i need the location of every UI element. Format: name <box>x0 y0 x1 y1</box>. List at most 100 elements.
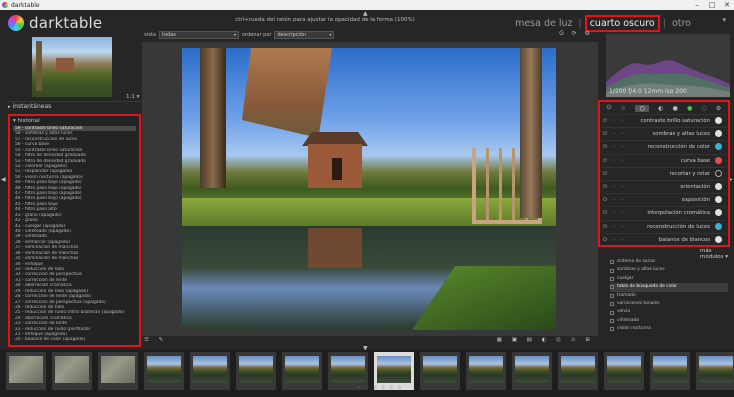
minimize-button[interactable]: – <box>690 0 704 10</box>
filmstrip-thumbnail[interactable] <box>558 352 598 390</box>
chevron-down-icon[interactable]: ▾ <box>722 16 726 24</box>
left-panel-toggle-icon[interactable]: ◀ <box>1 176 6 183</box>
more-module-item[interactable]: sistema de zonas <box>610 258 728 266</box>
filmstrip-thumbnail[interactable] <box>512 352 552 390</box>
filmstrip-thumbnail[interactable] <box>650 352 690 390</box>
module-row[interactable]: ⏻ ◦ ◦ curva base <box>602 153 726 167</box>
checkbox-icon[interactable] <box>610 293 614 298</box>
filmstrip-thumbnail[interactable] <box>282 352 322 390</box>
navigation-thumbnail[interactable] <box>32 37 112 97</box>
checkbox-icon[interactable] <box>610 318 614 323</box>
module-icon <box>715 117 722 124</box>
filmstrip-thumbnail[interactable] <box>52 352 92 390</box>
checkbox-icon[interactable] <box>610 285 614 290</box>
module-row[interactable]: ⏻ ◦ ◦ interpolación cromática <box>602 206 726 219</box>
view-filter-label: vista <box>144 32 156 38</box>
app-name: darktable <box>29 14 103 32</box>
filmstrip-thumbnail[interactable] <box>190 352 230 390</box>
window-title: darktable <box>11 1 40 9</box>
module-power-icon[interactable]: ⏻ ◦ ◦ <box>603 224 626 230</box>
top-panel-toggle-icon[interactable]: ▲ <box>363 10 368 17</box>
effect-icon[interactable]: ◌ <box>702 105 707 112</box>
window-titlebar: darktable – □ ✕ <box>0 0 734 10</box>
checkbox-icon[interactable] <box>610 276 614 281</box>
module-power-icon[interactable]: ⏻ ◦ ◦ <box>603 184 626 190</box>
half-circle-icon[interactable]: ◐ <box>658 105 663 112</box>
exif-info: 1/200 f/4.0 12mm iso 200 <box>609 88 687 95</box>
module-row[interactable]: ⏻ ◦ ◦ sombras y altas luces <box>602 127 726 140</box>
filmstrip-thumbnail[interactable] <box>420 352 460 390</box>
filmstrip-thumbnail[interactable] <box>144 352 184 390</box>
app-logo: darktable <box>8 14 102 32</box>
module-row[interactable]: ⏻ ◦ ◦ exposición <box>602 193 726 206</box>
more-module-item[interactable]: variaciones tonales <box>610 300 728 308</box>
view-other[interactable]: otro <box>669 18 694 29</box>
module-power-icon[interactable]: ⏻ ◦ ◦ <box>603 237 626 243</box>
checkbox-icon[interactable] <box>610 327 614 332</box>
thumbnail-image <box>699 356 733 383</box>
more-module-item[interactable]: visión nocturna <box>610 325 728 333</box>
more-module-item[interactable]: cuelgar <box>610 275 728 283</box>
more-module-item[interactable]: viñeteado <box>610 317 728 325</box>
module-name: exposición <box>681 197 710 204</box>
navigation-zoom[interactable]: 1:1 ▾ <box>126 94 139 100</box>
module-icon <box>715 222 722 230</box>
close-button[interactable]: ✕ <box>720 0 734 10</box>
maximize-button[interactable]: □ <box>705 0 719 10</box>
view-lighttable[interactable]: mesa de luz <box>512 18 575 29</box>
module-row[interactable]: ⏻ ◦ ◦ reconstrucción de luces <box>602 219 726 233</box>
correct-icon[interactable]: ● <box>687 105 692 112</box>
module-row[interactable]: ⏻ ◦ ◦ reconstrucción de color <box>602 140 726 153</box>
history-item[interactable]: 25 - reducción de ruido (filtro bilatera… <box>13 310 136 315</box>
module-power-icon[interactable]: ⏻ ◦ ◦ <box>603 118 626 124</box>
thumbnail-image <box>9 356 43 383</box>
checkbox-icon[interactable] <box>610 260 614 265</box>
module-power-icon[interactable]: ⏻ <box>603 171 609 177</box>
rating-stars[interactable]: ✕ ☆ ☆ ☆ ☆ ☆ <box>357 385 403 391</box>
module-power-icon[interactable]: ⏻ ◦ ◦ <box>603 197 626 203</box>
filmstrip-thumbnail[interactable] <box>6 352 46 390</box>
presets-icon[interactable]: ⚙ <box>716 105 721 112</box>
filmstrip-thumbnail[interactable] <box>466 352 506 390</box>
more-module-item[interactable]: tramado <box>610 292 728 300</box>
history-item[interactable]: 20 - balance de color (apagado) <box>13 337 136 342</box>
overlay-icons[interactable]: ▦ ▣ ▤ ◐ ◎ ⚠ ⊞ <box>497 337 594 343</box>
chevron-down-icon: ▾ <box>233 32 236 37</box>
color-icon[interactable]: ● <box>673 105 678 112</box>
module-power-icon[interactable]: ⏻ ◦ ◦ <box>603 144 626 150</box>
module-icon <box>715 235 722 243</box>
power-icon[interactable]: ⏻ <box>607 104 612 112</box>
checkbox-icon[interactable] <box>610 310 614 315</box>
module-power-icon[interactable]: ⏻ ◦ ◦ <box>603 131 626 137</box>
module-power-icon[interactable]: ⏻ ◦ ◦ <box>603 210 626 216</box>
sort-label: ordenar por <box>241 32 272 38</box>
snapshots-section-header[interactable]: ▸ instantáneas <box>8 103 51 110</box>
module-icon <box>715 130 722 138</box>
quick-access-icons[interactable]: ☰ ✎ <box>144 337 167 343</box>
module-row[interactable]: ⏻ ◦ ◦ orientación <box>602 180 726 193</box>
darkroom-canvas[interactable] <box>142 42 598 336</box>
filmstrip-thumbnail[interactable] <box>98 352 138 390</box>
main-photo[interactable] <box>182 48 556 330</box>
filmstrip-thumbnail[interactable] <box>236 352 276 390</box>
circle-icon[interactable]: ○ <box>635 104 650 112</box>
module-row[interactable]: ⏻ ◦ ◦ balance de blancos <box>602 232 726 246</box>
toolbar-icons[interactable]: G ⟳ ⚙ <box>559 30 593 37</box>
module-row[interactable]: ⏻ ◦ ◦ contraste brillo saturación <box>602 114 726 127</box>
module-row[interactable]: ⏻ recortar y rotar <box>602 166 726 180</box>
more-module-item[interactable]: velvia <box>610 308 728 316</box>
filmstrip-thumbnail[interactable] <box>604 352 644 390</box>
view-filter-select[interactable]: todas ▾ <box>158 31 239 39</box>
filmstrip-thumbnail[interactable] <box>696 352 734 390</box>
checkbox-icon[interactable] <box>610 302 614 307</box>
checkbox-icon[interactable] <box>610 268 614 273</box>
star-icon[interactable]: ☆ <box>621 105 626 112</box>
more-module-item[interactable]: tabla de búsqueda de color <box>610 283 728 292</box>
module-icon <box>715 143 722 151</box>
sort-select[interactable]: descripción ▾ <box>274 31 335 39</box>
history-section-header[interactable]: ▾ historial <box>13 118 40 124</box>
more-module-item[interactable]: sombras y altas luces <box>610 266 728 274</box>
more-module-label: velvia <box>617 309 631 315</box>
more-module-label: tabla de búsqueda de color <box>617 284 678 290</box>
module-power-icon[interactable]: ⏻ ◦ ◦ <box>603 158 626 164</box>
